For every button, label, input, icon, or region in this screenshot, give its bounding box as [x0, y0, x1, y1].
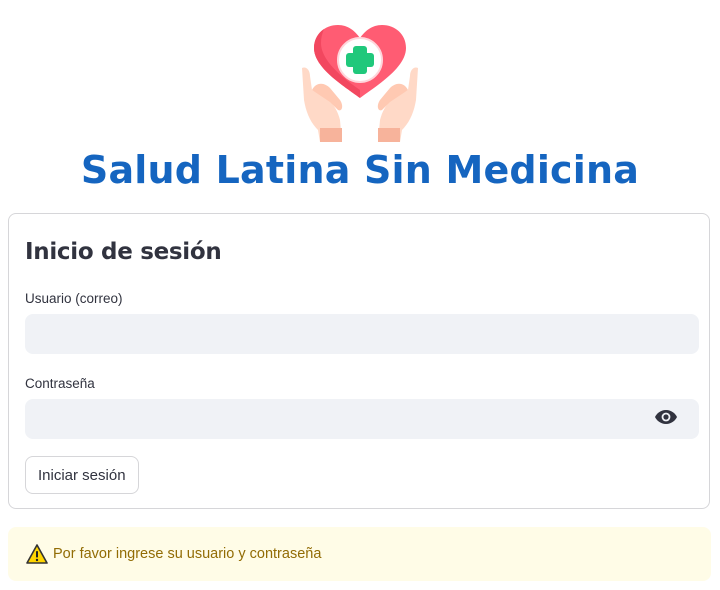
password-input[interactable] — [25, 399, 699, 439]
login-form: Inicio de sesión Usuario (correo) Contra… — [8, 213, 710, 509]
login-button[interactable]: Iniciar sesión — [25, 456, 139, 494]
warning-message: Por favor ingrese su usuario y contraseñ… — [53, 546, 322, 562]
warning-alert: Por favor ingrese su usuario y contraseñ… — [8, 527, 711, 581]
heart-medical-cross-in-hands-icon — [298, 20, 422, 144]
username-label: Usuario (correo) — [25, 291, 123, 306]
app-title: Salud Latina Sin Medicina — [80, 148, 640, 192]
form-heading: Inicio de sesión — [25, 239, 222, 265]
username-input[interactable] — [25, 314, 699, 354]
password-label: Contraseña — [25, 376, 95, 391]
login-page: Salud Latina Sin Medicina Inicio de sesi… — [0, 0, 720, 590]
warning-icon — [26, 544, 48, 564]
eye-icon[interactable] — [651, 402, 681, 432]
